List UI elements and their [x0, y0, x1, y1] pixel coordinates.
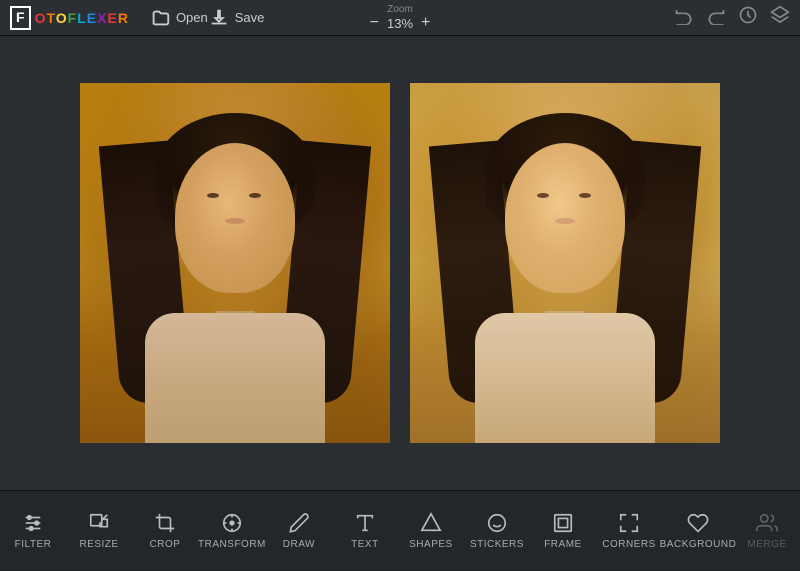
open-label: Open: [176, 10, 208, 25]
resize-label: RESIZE: [79, 539, 118, 550]
logo-f-letter: F: [16, 9, 25, 25]
corners-label: CORNERS: [602, 539, 656, 550]
text-label: TEXT: [351, 539, 379, 550]
logo-text: OTOFLEXER: [35, 10, 129, 26]
filter-icon: [22, 512, 44, 534]
tool-filter[interactable]: FILTER: [0, 491, 66, 571]
zoom-label: Zoom: [387, 4, 413, 15]
corners-icon: [618, 512, 640, 534]
tool-resize[interactable]: RESIZE: [66, 491, 132, 571]
draw-icon: [288, 512, 310, 534]
undo-icon: [674, 5, 694, 25]
background-icon: [687, 512, 709, 534]
history-icon: [738, 5, 758, 25]
tool-stickers[interactable]: STICKERS: [464, 491, 530, 571]
tool-draw[interactable]: DRAW: [266, 491, 332, 571]
zoom-control: Zoom − 13% +: [370, 4, 431, 31]
tool-background[interactable]: BACKGROUND: [662, 491, 734, 571]
frame-label: FRAME: [544, 539, 582, 550]
logo: F OTOFLEXER: [10, 6, 129, 30]
history-button[interactable]: [738, 5, 758, 30]
zoom-value: 13%: [387, 16, 413, 31]
crop-label: CROP: [150, 539, 181, 550]
redo-icon: [706, 5, 726, 25]
tool-shapes[interactable]: SHAPES: [398, 491, 464, 571]
original-photo: [80, 83, 390, 443]
frame-icon: [552, 512, 574, 534]
shapes-icon: [420, 512, 442, 534]
toolbar: FILTER RESIZE CROP TRANSFORM DRAW: [0, 490, 800, 570]
tool-frame[interactable]: FRAME: [530, 491, 596, 571]
save-label: Save: [235, 10, 265, 25]
save-button[interactable]: Save: [208, 7, 265, 29]
layers-icon: [770, 5, 790, 25]
transform-icon: [221, 512, 243, 534]
layers-button[interactable]: [770, 5, 790, 30]
stickers-label: STICKERS: [470, 539, 524, 550]
shapes-label: SHAPES: [409, 539, 453, 550]
filtered-photo: [410, 83, 720, 443]
crop-icon: [154, 512, 176, 534]
tool-corners[interactable]: CORNERS: [596, 491, 662, 571]
merge-label: MERGE: [747, 539, 786, 550]
stickers-icon: [486, 512, 508, 534]
undo-button[interactable]: [674, 5, 694, 30]
open-button[interactable]: Open: [149, 7, 208, 29]
zoom-in-button[interactable]: +: [421, 15, 430, 31]
filter-label: FILTER: [15, 539, 52, 550]
text-icon: [354, 512, 376, 534]
draw-label: DRAW: [283, 539, 315, 550]
app-header: F OTOFLEXER Open Save Zoom − 13% +: [0, 0, 800, 36]
zoom-out-button[interactable]: −: [370, 15, 379, 31]
redo-button[interactable]: [706, 5, 726, 30]
header-right-actions: [674, 5, 790, 30]
tool-text[interactable]: TEXT: [332, 491, 398, 571]
logo-box: F: [10, 6, 31, 30]
open-icon: [149, 7, 171, 29]
transform-label: TRANSFORM: [198, 539, 266, 550]
tool-transform[interactable]: TRANSFORM: [198, 491, 266, 571]
save-icon: [208, 7, 230, 29]
background-label: BACKGROUND: [660, 539, 737, 550]
resize-icon: [88, 512, 110, 534]
merge-icon: [756, 512, 778, 534]
tool-crop[interactable]: CROP: [132, 491, 198, 571]
tool-merge: MERGE: [734, 491, 800, 571]
canvas-area: [0, 36, 800, 490]
